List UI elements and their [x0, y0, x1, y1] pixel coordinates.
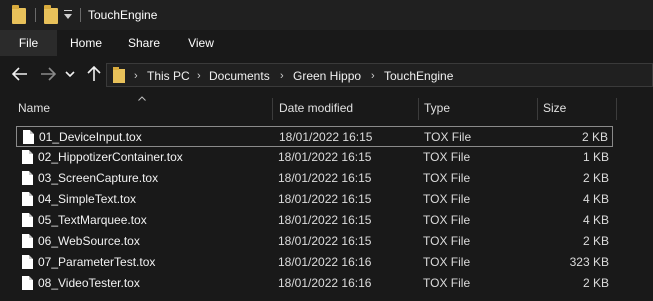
file-type: TOX File: [423, 192, 471, 206]
file-size: 1 KB: [582, 150, 609, 164]
title-bar: TouchEngine: [0, 0, 653, 30]
tab-file[interactable]: File: [0, 30, 57, 56]
arrow-left-icon[interactable]: [10, 64, 30, 84]
file-date: 18/01/2022 16:16: [278, 276, 372, 290]
file-type: TOX File: [423, 276, 471, 290]
arrow-up-icon[interactable]: [84, 64, 104, 84]
column-divider[interactable]: [272, 98, 273, 120]
arrow-right-icon[interactable]: [38, 64, 58, 84]
file-icon: [22, 213, 33, 227]
file-icon: [22, 192, 33, 206]
file-row[interactable]: 04_SimpleText.tox 18/01/2022 16:15 TOX F…: [16, 189, 613, 210]
file-icon: [22, 234, 33, 248]
folder-icon: [12, 5, 26, 24]
file-name: 01_DeviceInput.tox: [39, 130, 142, 144]
chevron-right-icon[interactable]: ›: [197, 70, 205, 82]
column-divider[interactable]: [616, 98, 617, 120]
address-bar[interactable]: › This PC › Documents › Green Hippo › To…: [106, 63, 653, 87]
quick-access-folder-icon[interactable]: [44, 5, 58, 24]
file-type: TOX File: [423, 213, 471, 227]
breadcrumb-green-hippo[interactable]: Green Hippo: [293, 69, 361, 83]
file-size: 323 KB: [569, 255, 609, 269]
file-type: TOX File: [423, 255, 471, 269]
window-title: TouchEngine: [88, 8, 158, 22]
column-divider[interactable]: [418, 98, 419, 120]
file-row[interactable]: 03_ScreenCapture.tox 18/01/2022 16:15 TO…: [16, 168, 613, 189]
file-size: 2 KB: [581, 130, 608, 144]
file-row[interactable]: 07_ParameterTest.tox 18/01/2022 16:16 TO…: [16, 252, 613, 273]
file-type: TOX File: [423, 150, 471, 164]
file-name: 07_ParameterTest.tox: [38, 255, 156, 269]
file-date: 18/01/2022 16:15: [278, 192, 372, 206]
file-size: 4 KB: [582, 213, 609, 227]
column-header-type[interactable]: Type: [420, 94, 535, 122]
title-divider: [35, 8, 36, 22]
column-header-name[interactable]: Name: [14, 94, 272, 122]
column-header-date[interactable]: Date modified: [275, 94, 415, 122]
file-row[interactable]: 08_VideoTester.tox 18/01/2022 16:16 TOX …: [16, 273, 613, 294]
file-date: 18/01/2022 16:15: [278, 213, 372, 227]
file-name: 02_HippotizerContainer.tox: [38, 150, 183, 164]
file-icon: [22, 276, 33, 290]
tab-home[interactable]: Home: [60, 30, 112, 56]
file-row[interactable]: 02_HippotizerContainer.tox 18/01/2022 16…: [16, 147, 613, 168]
tab-view[interactable]: View: [175, 30, 227, 56]
file-name: 08_VideoTester.tox: [38, 276, 140, 290]
folder-icon: [113, 67, 125, 83]
customize-quick-access-icon[interactable]: [64, 10, 72, 20]
navigation-bar: › This PC › Documents › Green Hippo › To…: [0, 56, 653, 94]
file-icon: [23, 130, 34, 144]
file-size: 2 KB: [582, 171, 609, 185]
file-date: 18/01/2022 16:16: [278, 255, 372, 269]
chevron-right-icon[interactable]: ›: [134, 70, 142, 82]
file-icon: [22, 171, 33, 185]
file-row[interactable]: 01_DeviceInput.tox 18/01/2022 16:15 TOX …: [16, 126, 613, 147]
file-icon: [22, 150, 33, 164]
chevron-down-icon[interactable]: [63, 64, 77, 84]
chevron-right-icon[interactable]: ›: [280, 70, 288, 82]
file-size: 4 KB: [582, 192, 609, 206]
column-divider[interactable]: [537, 98, 538, 120]
chevron-right-icon[interactable]: ›: [371, 70, 379, 82]
title-divider: [80, 8, 81, 22]
breadcrumb-touchengine[interactable]: TouchEngine: [384, 69, 453, 83]
file-icon: [22, 255, 33, 269]
file-size: 2 KB: [582, 234, 609, 248]
breadcrumb-this-pc[interactable]: This PC: [147, 69, 190, 83]
file-name: 05_TextMarquee.tox: [38, 213, 147, 227]
file-row[interactable]: 06_WebSource.tox 18/01/2022 16:15 TOX Fi…: [16, 231, 613, 252]
file-name: 06_WebSource.tox: [38, 234, 140, 248]
file-type: TOX File: [423, 171, 471, 185]
file-date: 18/01/2022 16:15: [278, 171, 372, 185]
file-row[interactable]: 05_TextMarquee.tox 18/01/2022 16:15 TOX …: [16, 210, 613, 231]
file-type: TOX File: [423, 234, 471, 248]
file-date: 18/01/2022 16:15: [279, 130, 373, 144]
file-date: 18/01/2022 16:15: [278, 234, 372, 248]
file-name: 04_SimpleText.tox: [38, 192, 137, 206]
file-type: TOX File: [424, 130, 472, 144]
file-name: 03_ScreenCapture.tox: [38, 171, 159, 185]
tab-share[interactable]: Share: [118, 30, 170, 56]
column-header-size[interactable]: Size: [539, 94, 615, 122]
file-size: 2 KB: [582, 276, 609, 290]
column-headers: Name Date modified Type Size: [0, 94, 653, 122]
breadcrumb-documents[interactable]: Documents: [209, 69, 270, 83]
ribbon-tabs: File Home Share View: [0, 30, 653, 56]
file-date: 18/01/2022 16:15: [278, 150, 372, 164]
